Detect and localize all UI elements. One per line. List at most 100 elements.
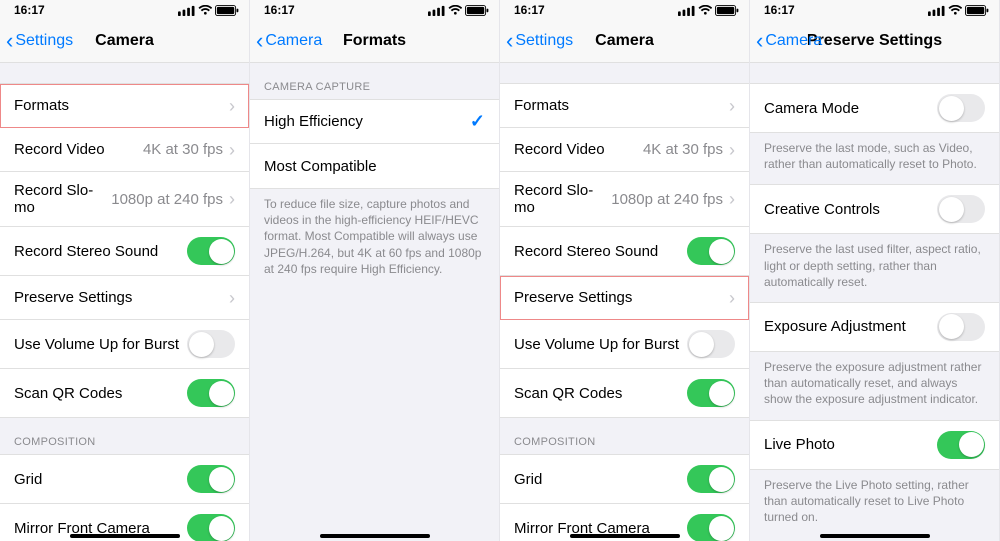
row-stereo[interactable]: Record Stereo Sound — [500, 227, 749, 276]
toggle-grid[interactable] — [687, 465, 735, 493]
nav-bar: ‹Settings Camera — [0, 20, 249, 63]
row-camera-mode[interactable]: Camera Mode — [750, 84, 999, 132]
row-record-video[interactable]: Record Video4K at 30 fps› — [500, 128, 749, 172]
toggle-qr[interactable] — [687, 379, 735, 407]
wifi-icon — [448, 5, 463, 16]
footer-livephoto: Preserve the Live Photo setting, rather … — [750, 470, 999, 538]
footer-camera-mode: Preserve the last mode, such as Video, r… — [750, 133, 999, 184]
home-indicator[interactable] — [320, 534, 430, 538]
content: Camera Capture High Efficiency✓ Most Com… — [250, 63, 499, 541]
toggle-livephoto[interactable] — [937, 431, 985, 459]
checkmark-icon: ✓ — [470, 111, 485, 132]
nav-bar: ‹Camera Formats — [250, 20, 499, 63]
battery-icon — [465, 5, 489, 16]
toggle-mirror[interactable] — [687, 514, 735, 541]
status-bar: 16:17 — [500, 0, 749, 20]
row-record-video[interactable]: Record Video4K at 30 fps› — [0, 128, 249, 172]
home-indicator[interactable] — [70, 534, 180, 538]
chevron-right-icon: › — [729, 289, 735, 307]
toggle-vol-burst[interactable] — [187, 330, 235, 358]
group-camera-mode: Camera Mode — [750, 83, 999, 133]
content: Formats› Record Video4K at 30 fps› Recor… — [0, 63, 249, 541]
row-formats[interactable]: Formats› — [0, 84, 249, 128]
back-button[interactable]: ‹Settings — [506, 30, 573, 52]
nav-title: Preserve Settings — [807, 32, 942, 50]
screen-camera-2: 16:17 ‹Settings Camera Formats› Record V… — [500, 0, 750, 541]
status-icons — [178, 5, 239, 16]
chevron-right-icon: › — [229, 289, 235, 307]
group-exposure: Exposure Adjustment — [750, 302, 999, 352]
row-most-compatible[interactable]: Most Compatible — [250, 144, 499, 188]
status-icons — [678, 5, 739, 16]
back-button[interactable]: ‹Camera — [756, 30, 822, 52]
row-preserve[interactable]: Preserve Settings› — [0, 276, 249, 320]
chevron-right-icon: › — [729, 97, 735, 115]
content: Camera Mode Preserve the last mode, such… — [750, 63, 999, 541]
row-high-efficiency[interactable]: High Efficiency✓ — [250, 100, 499, 144]
group-livephoto: Live Photo — [750, 420, 999, 470]
nav-bar: ‹Camera Preserve Settings — [750, 20, 999, 63]
content: Formats› Record Video4K at 30 fps› Recor… — [500, 63, 749, 541]
row-creative[interactable]: Creative Controls — [750, 185, 999, 233]
back-button[interactable]: ‹Camera — [256, 30, 322, 52]
row-vol-burst[interactable]: Use Volume Up for Burst — [500, 320, 749, 369]
battery-icon — [715, 5, 739, 16]
toggle-grid[interactable] — [187, 465, 235, 493]
row-qr[interactable]: Scan QR Codes — [500, 369, 749, 417]
signal-icon — [678, 5, 695, 16]
home-indicator[interactable] — [570, 534, 680, 538]
screen-camera-1: 16:17 ‹Settings Camera Formats› Record V… — [0, 0, 250, 541]
row-qr[interactable]: Scan QR Codes — [0, 369, 249, 417]
home-indicator[interactable] — [820, 534, 930, 538]
signal-icon — [428, 5, 445, 16]
status-bar: 16:17 — [0, 0, 249, 20]
group-capture: High Efficiency✓ Most Compatible — [250, 99, 499, 189]
battery-icon — [215, 5, 239, 16]
toggle-stereo[interactable] — [687, 237, 735, 265]
status-icons — [428, 5, 489, 16]
section-capture: Camera Capture — [250, 63, 499, 99]
screen-formats: 16:17 ‹Camera Formats Camera Capture Hig… — [250, 0, 500, 541]
row-formats[interactable]: Formats› — [500, 84, 749, 128]
row-livephoto[interactable]: Live Photo — [750, 421, 999, 469]
toggle-vol-burst[interactable] — [687, 330, 735, 358]
status-bar: 16:17 — [750, 0, 999, 20]
row-stereo[interactable]: Record Stereo Sound — [0, 227, 249, 276]
chevron-right-icon: › — [229, 97, 235, 115]
section-composition: Composition — [500, 418, 749, 454]
row-grid[interactable]: Grid — [500, 455, 749, 504]
group-main: Formats› Record Video4K at 30 fps› Recor… — [0, 83, 249, 418]
screen-preserve: 16:17 ‹Camera Preserve Settings Camera M… — [750, 0, 1000, 541]
chevron-right-icon: › — [729, 141, 735, 159]
toggle-exposure[interactable] — [937, 313, 985, 341]
toggle-creative[interactable] — [937, 195, 985, 223]
footer-exposure: Preserve the exposure adjustment rather … — [750, 352, 999, 420]
row-preserve[interactable]: Preserve Settings› — [500, 276, 749, 320]
row-grid[interactable]: Grid — [0, 455, 249, 504]
nav-bar: ‹Settings Camera — [500, 20, 749, 63]
group-main: Formats› Record Video4K at 30 fps› Recor… — [500, 83, 749, 418]
wifi-icon — [198, 5, 213, 16]
chevron-right-icon: › — [729, 190, 735, 208]
row-record-slomo[interactable]: Record Slo-mo1080p at 240 fps› — [500, 172, 749, 227]
toggle-camera-mode[interactable] — [937, 94, 985, 122]
toggle-qr[interactable] — [187, 379, 235, 407]
row-exposure[interactable]: Exposure Adjustment — [750, 303, 999, 351]
footer-capture: To reduce file size, capture photos and … — [250, 189, 499, 289]
wifi-icon — [948, 5, 963, 16]
row-record-slomo[interactable]: Record Slo-mo1080p at 240 fps› — [0, 172, 249, 227]
section-composition: Composition — [0, 418, 249, 454]
toggle-mirror[interactable] — [187, 514, 235, 541]
group-composition: Grid Mirror Front Camera View Outside th… — [0, 454, 249, 541]
chevron-left-icon: ‹ — [506, 30, 513, 52]
chevron-right-icon: › — [229, 190, 235, 208]
status-icons — [928, 5, 989, 16]
back-button[interactable]: ‹Settings — [6, 30, 73, 52]
toggle-stereo[interactable] — [187, 237, 235, 265]
row-vol-burst[interactable]: Use Volume Up for Burst — [0, 320, 249, 369]
signal-icon — [928, 5, 945, 16]
status-time: 16:17 — [764, 3, 795, 17]
status-time: 16:17 — [264, 3, 295, 17]
footer-creative: Preserve the last used filter, aspect ra… — [750, 234, 999, 302]
status-time: 16:17 — [514, 3, 545, 17]
